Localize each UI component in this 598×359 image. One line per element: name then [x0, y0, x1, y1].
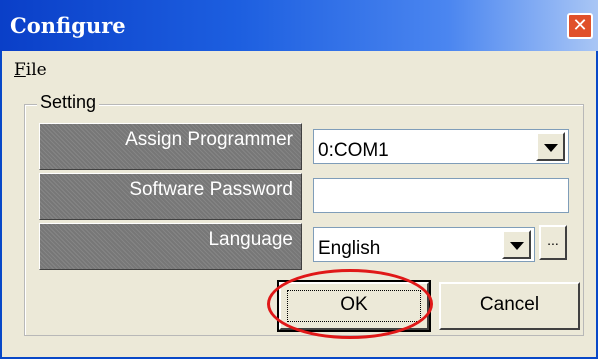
title-bar[interactable]: Configure ✕ — [0, 0, 598, 51]
menu-file[interactable]: File — [14, 60, 47, 80]
language-browse-button[interactable]: ... — [539, 225, 567, 260]
chevron-down-icon — [510, 242, 524, 250]
language-label: Language — [39, 223, 302, 270]
language-select[interactable]: English — [313, 227, 535, 262]
close-button[interactable]: ✕ — [567, 13, 593, 39]
software-password-field[interactable] — [313, 178, 569, 213]
setting-group-label: Setting — [37, 92, 100, 113]
ok-button[interactable]: OK — [277, 280, 431, 332]
assign-programmer-select[interactable]: 0:COM1 — [313, 129, 569, 164]
menu-bar: File — [2, 51, 596, 89]
assign-programmer-dropdown-button[interactable] — [536, 132, 565, 161]
language-dropdown-button[interactable] — [502, 230, 531, 259]
focus-rectangle — [287, 290, 421, 322]
language-value: English — [318, 238, 381, 259]
assign-programmer-label: Assign Programmer — [39, 123, 302, 170]
assign-programmer-value: 0:COM1 — [318, 140, 389, 161]
software-password-label: Software Password — [39, 173, 302, 220]
chevron-down-icon — [544, 144, 558, 152]
configure-dialog: Configure ✕ File Setting Assign Programm… — [0, 0, 598, 359]
cancel-button[interactable]: Cancel — [439, 282, 580, 330]
window-title: Configure — [10, 13, 126, 38]
close-icon: ✕ — [572, 15, 588, 36]
